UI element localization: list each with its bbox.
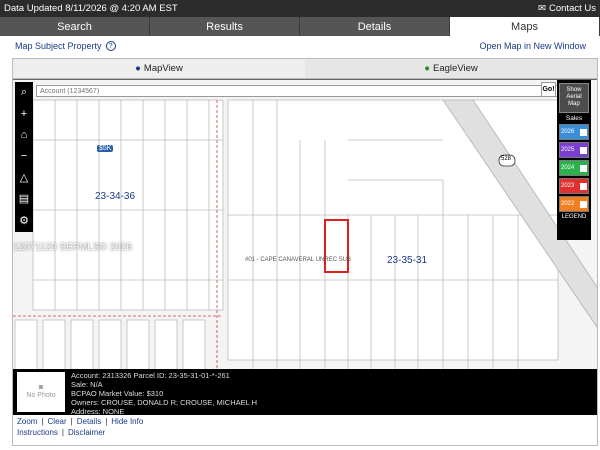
checkbox-icon[interactable]	[580, 182, 587, 190]
parcel-map-drawing	[13, 80, 597, 369]
tab-mapview[interactable]: ● MapView	[13, 59, 305, 79]
hide-info-link[interactable]: Hide Info	[111, 417, 143, 426]
sale-year-label: 2022	[561, 201, 575, 207]
contact-label: Contact Us	[549, 3, 596, 14]
sale-year-label: 2026	[561, 129, 575, 135]
sale-year-2026[interactable]: 2026	[559, 124, 589, 140]
sale-line: Sale: N/A	[71, 380, 103, 389]
gear-icon[interactable]: ⚙	[19, 215, 29, 227]
account-line: Account: 2313326 Parcel ID: 23-35-31-01-…	[71, 371, 230, 380]
measure-icon[interactable]: △	[20, 172, 28, 184]
tab-maps[interactable]: Maps	[450, 17, 600, 36]
map-subrow: Map Subject Property ? Open Map in New W…	[0, 36, 600, 56]
tab-results[interactable]: Results	[150, 17, 300, 36]
show-aerial-button[interactable]: Show Aerial Map	[559, 83, 589, 113]
sale-year-2025[interactable]: 2025	[559, 142, 589, 158]
sale-year-label: 2024	[561, 165, 575, 171]
zoom-link[interactable]: Zoom	[17, 417, 37, 426]
checkbox-icon[interactable]	[580, 146, 587, 154]
details-link[interactable]: Details	[77, 417, 101, 426]
print-icon[interactable]: ▤	[19, 194, 29, 205]
road-shield-label: 528	[501, 156, 512, 162]
section-label-right: 23-35-31	[387, 255, 428, 266]
section-label-left: 23-34-36	[95, 191, 136, 202]
mail-icon: ✉	[538, 3, 546, 14]
sales-panel: Show Aerial Map Sales 2026 2025 2024 202…	[557, 80, 591, 240]
checkbox-icon[interactable]	[580, 164, 587, 172]
tab-search[interactable]: Search	[0, 17, 150, 36]
eagleview-label: EagleView	[433, 63, 478, 74]
instructions-link[interactable]: Instructions	[17, 428, 58, 437]
mls-watermark: 12071129 SEFMLS© 2026	[13, 242, 132, 253]
sale-year-2023[interactable]: 2023	[559, 178, 589, 194]
parcel-info-text: Account: 2313326 Parcel ID: 23-35-31-01-…	[71, 371, 257, 416]
checkbox-icon[interactable]	[580, 128, 587, 136]
go-button[interactable]: Go!	[541, 82, 556, 97]
sale-year-2022[interactable]: 2022	[559, 196, 589, 212]
map-links: Zoom | Clear | Details | Hide Info Instruct…	[17, 417, 144, 437]
sale-year-2024[interactable]: 2024	[559, 160, 589, 176]
main-tabs: Search Results Details Maps	[0, 17, 600, 36]
sales-title: Sales	[565, 115, 583, 122]
map-toolbar: ⌕ + ⌂ − △ ▤ ⚙	[15, 82, 33, 232]
sale-year-label: 2025	[561, 147, 575, 153]
no-photo-label: No Photo	[26, 392, 56, 399]
account-search-input[interactable]	[36, 85, 563, 97]
address-line: Address: NONE	[71, 407, 125, 416]
owners-line: Owners: CROUSE, DONALD R; CROUSE, MICHAE…	[71, 398, 258, 407]
eagle-pin-icon: ●	[424, 63, 431, 74]
tab-eagleview[interactable]: ● EagleView	[305, 59, 597, 79]
legend-link[interactable]: LEGEND	[559, 214, 589, 220]
contact-link[interactable]: ✉ Contact Us	[538, 3, 596, 14]
parcel-map[interactable]: 23-34-36 23-35-31 #01 - CAPE CANAVERAL U…	[13, 79, 597, 369]
parcel-info-panel: ◙ No Photo Account: 2313326 Parcel ID: 2…	[13, 369, 597, 416]
view-tabs: ● MapView ● EagleView	[13, 59, 597, 79]
zoom-in-icon[interactable]: +	[21, 108, 27, 120]
mapview-label: MapView	[143, 63, 183, 74]
zoom-out-icon[interactable]: −	[21, 151, 27, 162]
tab-details[interactable]: Details	[300, 17, 450, 36]
clear-link[interactable]: Clear	[48, 417, 67, 426]
checkbox-icon[interactable]	[580, 200, 587, 208]
map-frame: ● MapView ● EagleView 23-34-36 23-35-31 …	[12, 58, 598, 446]
help-icon[interactable]: ?	[105, 41, 116, 51]
map-pin-icon: ●	[135, 63, 141, 74]
data-updated-text: Data Updated 8/11/2026 @ 4:20 AM EST	[4, 3, 178, 14]
camera-icon: ◙	[38, 384, 44, 391]
open-map-link[interactable]: Open Map in New Window	[479, 41, 586, 51]
disclaimer-link[interactable]: Disclaimer	[68, 428, 105, 437]
price-badge[interactable]: $5K	[97, 145, 114, 152]
search-icon[interactable]: ⌕	[21, 87, 27, 98]
home-icon[interactable]: ⌂	[21, 130, 28, 141]
map-subject-link[interactable]: Map Subject Property	[15, 41, 102, 51]
sale-year-label: 2023	[561, 183, 575, 189]
top-status-bar: Data Updated 8/11/2026 @ 4:20 AM EST ✉ C…	[0, 0, 600, 17]
market-value-line: BCPAO Market Value: $310	[71, 389, 164, 398]
subdivision-label: #01 - CAPE CANAVERAL UNREC SUB	[245, 257, 352, 263]
no-photo-image: ◙ No Photo	[17, 372, 65, 412]
